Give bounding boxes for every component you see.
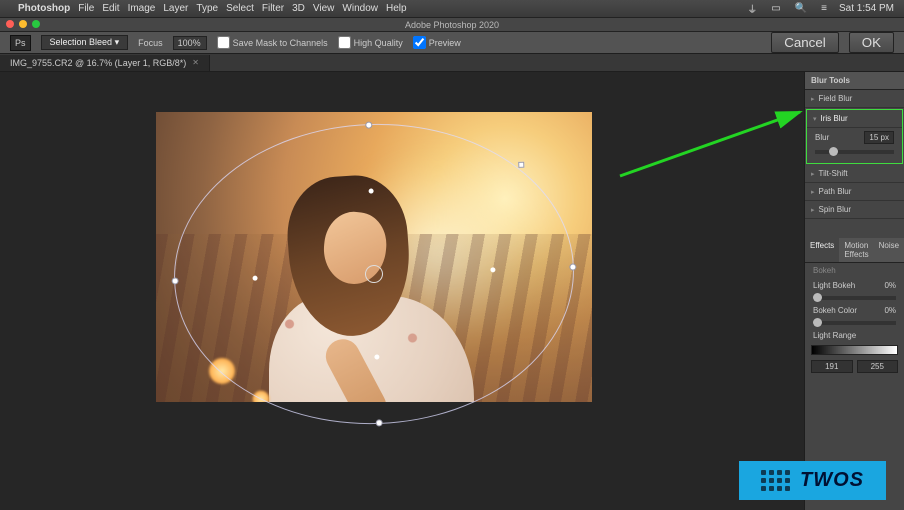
blur-tools-tab[interactable]: Blur Tools [805,72,904,90]
menu-edit[interactable]: Edit [102,3,119,14]
iris-blur-slider[interactable] [815,150,894,154]
bokeh-color-slider[interactable] [813,321,896,325]
spin-blur-label: Spin Blur [819,205,851,214]
blur-tools-panel: Blur Tools ▸ Field Blur ▾ Iris Blur Blur… [804,72,904,510]
spin-blur-section[interactable]: ▸ Spin Blur [805,201,904,219]
menubar-clock[interactable]: Sat 1:54 PM [839,3,894,14]
save-mask-label: Save Mask to Channels [233,38,328,48]
minimize-window-button[interactable] [19,20,27,28]
cancel-button[interactable]: Cancel [771,32,839,53]
twirl-down-icon: ▾ [813,115,817,123]
tilt-shift-section[interactable]: ▸ Tilt-Shift [805,165,904,183]
macos-menubar: Photoshop File Edit Image Layer Type Sel… [0,0,904,18]
bokeh-color-label: Bokeh Color [813,306,857,315]
close-window-button[interactable] [6,20,14,28]
window-titlebar: Adobe Photoshop 2020 [0,18,904,32]
close-tab-icon[interactable]: ✕ [192,58,199,67]
path-blur-label: Path Blur [819,187,852,196]
focus-label: Focus [138,38,163,48]
options-bar: Ps Selection Bleed ▾ Focus 100% Save Mas… [0,32,904,54]
iris-blur-value-input[interactable]: 15 px [864,131,894,144]
ok-button[interactable]: OK [849,32,894,53]
iris-blur-header[interactable]: ▾ Iris Blur [807,110,902,128]
noise-tab[interactable]: Noise [874,238,904,262]
field-blur-label: Field Blur [819,94,853,103]
high-quality-label: High Quality [354,38,403,48]
menu-image[interactable]: Image [128,3,156,14]
menu-layer[interactable]: Layer [163,3,188,14]
twirl-icon: ▸ [811,188,815,196]
blur-effects-panel: Effects Motion Effects Noise Bokeh Light… [805,238,904,376]
path-blur-section[interactable]: ▸ Path Blur [805,183,904,201]
traffic-lights [6,20,40,28]
menu-view[interactable]: View [313,3,335,14]
light-bokeh-value[interactable]: 0% [884,281,896,290]
battery-icon[interactable]: ▭ [771,3,780,14]
menu-help[interactable]: Help [386,3,407,14]
preview-label: Preview [429,38,461,48]
menu-select[interactable]: Select [226,3,254,14]
focus-input[interactable]: 100% [173,36,207,50]
bokeh-heading: Bokeh [813,266,836,275]
twirl-icon: ▸ [811,206,815,214]
field-blur-section[interactable]: ▸ Field Blur [805,90,904,108]
blur-tool-select-label: Selection Bleed [50,37,113,47]
light-range-gradient[interactable] [811,345,898,355]
light-range-lo-input[interactable]: 191 [811,360,853,373]
wifi-icon[interactable]: ⏚ [747,1,757,16]
logo-grid-icon [761,470,790,491]
menu-3d[interactable]: 3D [292,3,305,14]
document-tab-bar: IMG_9755.CR2 @ 16.7% (Layer 1, RGB/8*) ✕ [0,54,904,72]
light-range-hi-input[interactable]: 255 [857,360,899,373]
preview-checkbox[interactable]: Preview [413,36,461,49]
effects-tab[interactable]: Effects [805,238,839,262]
annotation-arrow [620,106,820,191]
iris-handle-bottom[interactable] [376,419,383,426]
iris-blur-amount-label: Blur [815,133,829,142]
iris-blur-slider-knob[interactable] [829,147,838,156]
photo-content [156,112,592,402]
watermark-logo: TWOS [739,461,886,500]
blur-tool-select[interactable]: Selection Bleed ▾ [41,35,129,50]
window-title: Adobe Photoshop 2020 [405,20,499,30]
twirl-icon: ▸ [811,170,815,178]
workspace: Blur Tools ▸ Field Blur ▾ Iris Blur Blur… [0,72,904,510]
light-bokeh-label: Light Bokeh [813,281,855,290]
app-menu[interactable]: Photoshop [18,3,70,14]
menu-type[interactable]: Type [196,3,218,14]
save-mask-checkbox[interactable]: Save Mask to Channels [217,36,328,49]
menu-extras: ⏚ ▭ 🔍 ≡ [743,1,831,16]
light-bokeh-knob[interactable] [813,293,822,302]
iris-blur-section-highlighted: ▾ Iris Blur Blur 15 px [806,109,903,164]
control-center-icon[interactable]: ≡ [821,3,827,14]
light-bokeh-slider[interactable] [813,296,896,300]
document-tab-title: IMG_9755.CR2 @ 16.7% (Layer 1, RGB/8*) [10,58,186,68]
bokeh-color-knob[interactable] [813,318,822,327]
menu-window[interactable]: Window [342,3,378,14]
spotlight-icon[interactable]: 🔍 [795,3,807,14]
bokeh-color-value[interactable]: 0% [884,306,896,315]
high-quality-checkbox[interactable]: High Quality [338,36,403,49]
menu-filter[interactable]: Filter [262,3,284,14]
menu-file[interactable]: File [78,3,94,14]
document-tab[interactable]: IMG_9755.CR2 @ 16.7% (Layer 1, RGB/8*) ✕ [0,55,210,71]
tilt-shift-label: Tilt-Shift [819,169,848,178]
ps-home-icon[interactable]: Ps [10,35,31,51]
iris-blur-label: Iris Blur [821,114,848,123]
light-range-label: Light Range [813,331,856,340]
canvas[interactable] [156,112,592,402]
motion-effects-tab[interactable]: Motion Effects [839,238,873,262]
twirl-icon: ▸ [811,95,815,103]
zoom-window-button[interactable] [32,20,40,28]
watermark-text: TWOS [800,469,864,492]
